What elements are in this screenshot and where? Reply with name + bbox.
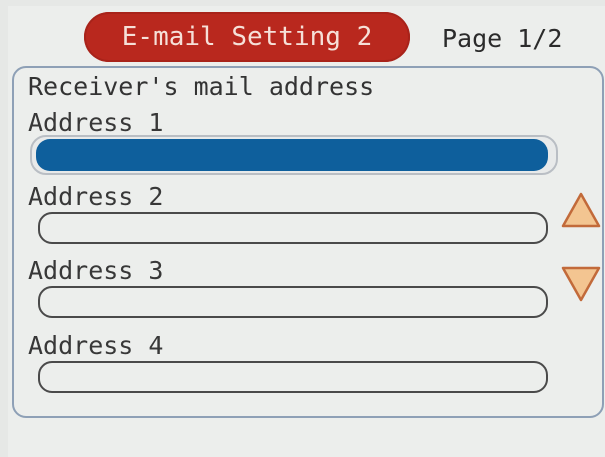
address-3-field[interactable] (38, 286, 548, 318)
section-heading: Receiver's mail address (28, 72, 375, 101)
address-1-label: Address 1 (28, 108, 164, 137)
address-4-field[interactable] (38, 361, 548, 393)
page-indicator: Page 1/2 (442, 24, 563, 53)
address-1-field[interactable] (36, 139, 548, 171)
title-banner: E-mail Setting 2 (84, 12, 410, 62)
page-title: E-mail Setting 2 (121, 22, 373, 52)
scroll-down-button[interactable] (560, 264, 602, 304)
address-3-label: Address 3 (28, 256, 164, 285)
address-2-label: Address 2 (28, 182, 164, 211)
address-2-field[interactable] (38, 212, 548, 244)
scroll-up-button[interactable] (560, 190, 602, 230)
triangle-up-icon (561, 192, 601, 228)
triangle-down-icon (561, 266, 601, 302)
address-4-label: Address 4 (28, 331, 164, 360)
